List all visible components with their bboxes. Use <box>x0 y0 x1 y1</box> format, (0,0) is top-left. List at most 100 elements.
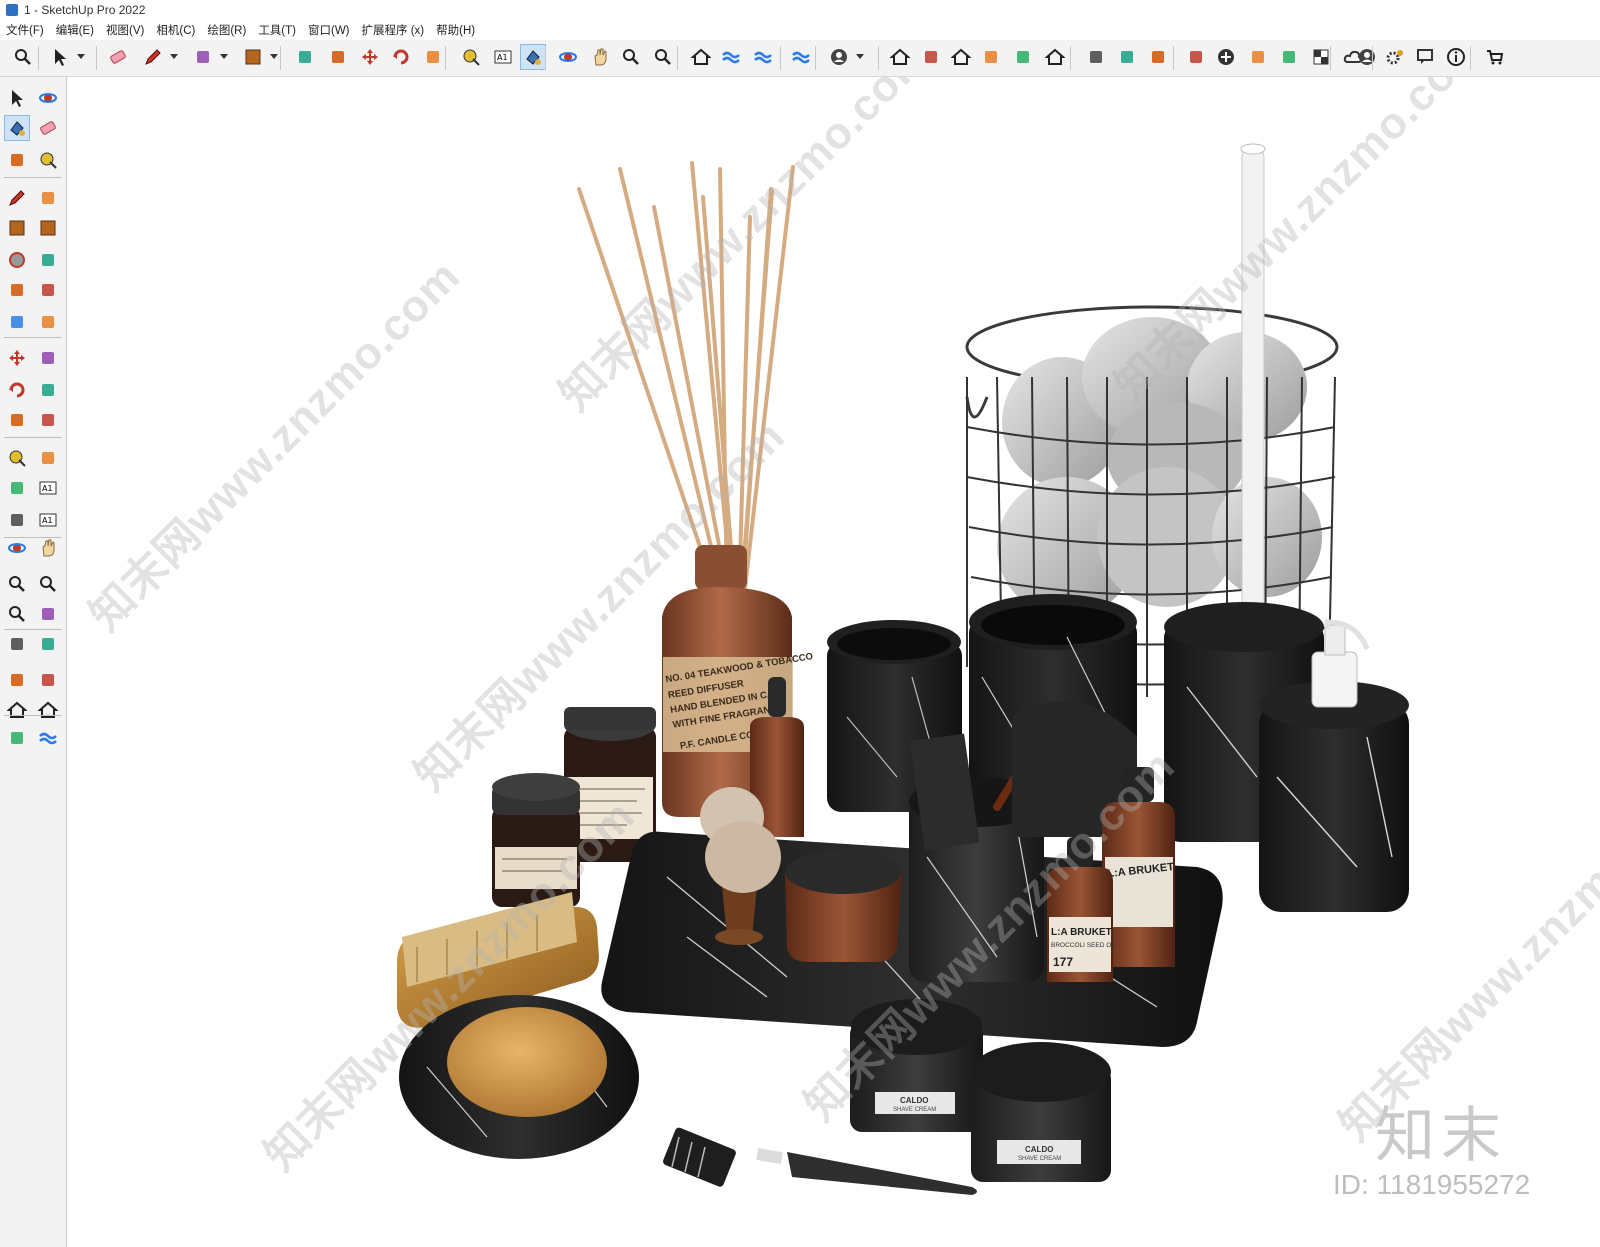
toolbar-move-icon[interactable] <box>357 44 383 70</box>
sidebar-position-camera-icon[interactable] <box>4 631 30 657</box>
toolbar-component-icon[interactable] <box>1114 44 1140 70</box>
chevron-down-icon[interactable] <box>856 54 864 59</box>
sidebar-offset-icon[interactable] <box>35 407 61 433</box>
chevron-down-icon[interactable] <box>270 54 278 59</box>
toolbar-zoom-extents-icon[interactable] <box>650 44 676 70</box>
menu-help[interactable]: 帮助(H) <box>430 22 481 38</box>
toolbar-push-pull-icon[interactable] <box>292 44 318 70</box>
sidebar-arc3-icon[interactable] <box>4 309 30 335</box>
sidebar-pie-icon[interactable] <box>35 277 61 303</box>
sidebar-previous-icon[interactable] <box>35 601 61 627</box>
sidebar-zoom-extents-icon[interactable] <box>4 601 30 627</box>
menu-edit[interactable]: 编辑(E) <box>50 22 100 38</box>
sidebar-tape-measure-icon[interactable] <box>35 147 61 173</box>
sidebar-zoom-window-icon[interactable] <box>35 571 61 597</box>
sidebar-layout-icon[interactable] <box>4 725 30 751</box>
toolbar-pencil-icon[interactable] <box>140 44 166 70</box>
toolbar-cart-icon[interactable] <box>1482 44 1508 70</box>
toolbar-pan-icon[interactable] <box>587 44 613 70</box>
menu-window[interactable]: 窗口(W) <box>302 22 356 38</box>
sidebar-eraser-icon[interactable] <box>35 115 61 141</box>
sidebar-sandbox-icon[interactable] <box>35 725 61 751</box>
sidebar-text-icon[interactable]: A1 <box>35 475 61 501</box>
toolbar-text-icon[interactable]: A1 <box>490 44 516 70</box>
sidebar-tape-measure-icon[interactable] <box>4 445 30 471</box>
la-bruket-label-small: L:A BRUKET <box>1051 927 1112 938</box>
chevron-down-icon[interactable] <box>77 54 85 59</box>
sidebar-pan-icon[interactable] <box>35 535 61 561</box>
toolbar-follow-me-icon[interactable] <box>325 44 351 70</box>
sidebar-pencil-icon[interactable] <box>4 185 30 211</box>
toolbar-styles-icon[interactable] <box>1245 44 1271 70</box>
toolbar-extension-icon[interactable] <box>718 44 744 70</box>
sidebar-dimension-icon[interactable] <box>35 445 61 471</box>
menu-view[interactable]: 视图(V) <box>100 22 150 38</box>
sidebar-look-around-icon[interactable] <box>35 631 61 657</box>
sidebar-move-icon[interactable] <box>4 345 30 371</box>
sidebar-protractor-icon[interactable] <box>4 475 30 501</box>
sidebar-select-icon[interactable] <box>4 85 30 111</box>
menu-file[interactable]: 文件(F) <box>0 22 50 38</box>
sidebar-3d-text-icon[interactable]: A1 <box>35 507 61 533</box>
sidebar-orbit-icon[interactable] <box>4 535 30 561</box>
pan-icon <box>594 48 607 66</box>
sidebar-paint-bucket-icon[interactable] <box>4 115 30 141</box>
menu-draw[interactable]: 绘图(R) <box>201 22 252 38</box>
sidebar-rectangle-icon[interactable] <box>4 215 30 241</box>
sidebar-polygon-icon[interactable] <box>35 247 61 273</box>
toolbar-arc-icon[interactable] <box>190 44 216 70</box>
toolbar-layers-icon[interactable] <box>750 44 776 70</box>
toolbar-house-icon[interactable] <box>948 44 974 70</box>
toolbar-zoom-window-icon[interactable] <box>618 44 644 70</box>
toolbar-orbit-icon[interactable] <box>555 44 581 70</box>
sidebar-scale-icon[interactable] <box>4 407 30 433</box>
toolbar-scenes-icon[interactable] <box>1145 44 1171 70</box>
toolbar-info-icon[interactable] <box>1443 44 1469 70</box>
toolbar-settings-icon[interactable] <box>1382 44 1408 70</box>
chevron-down-icon[interactable] <box>170 54 178 59</box>
toolbar-add-icon[interactable] <box>1213 44 1239 70</box>
toolbar-front-view-icon[interactable] <box>918 44 944 70</box>
sidebar-walk-icon[interactable] <box>4 667 30 693</box>
toolbar-top-view-icon[interactable] <box>978 44 1004 70</box>
sidebar-freehand-icon[interactable] <box>35 185 61 211</box>
sidebar-section-plane-icon[interactable] <box>35 667 61 693</box>
toolbar-account-icon[interactable] <box>826 44 852 70</box>
menu-extensions[interactable]: 扩展程序 (x) <box>356 22 431 38</box>
menu-camera[interactable]: 相机(C) <box>150 22 201 38</box>
sidebar-circle-icon[interactable] <box>4 247 30 273</box>
toolbar-house-outline-icon[interactable] <box>1042 44 1068 70</box>
toolbar-paint-bucket-icon[interactable] <box>520 44 546 70</box>
sidebar-sector-icon[interactable] <box>35 309 61 335</box>
sidebar-extension-warehouse-icon[interactable] <box>35 697 61 723</box>
chevron-down-icon[interactable] <box>220 54 228 59</box>
sidebar-warehouse-icon[interactable] <box>4 697 30 723</box>
sidebar-push-pull-icon[interactable] <box>35 345 61 371</box>
toolbar-section-icon[interactable] <box>1083 44 1109 70</box>
toolbar-chat-icon[interactable] <box>1413 44 1439 70</box>
sidebar-zoom-icon[interactable] <box>4 571 30 597</box>
toolbar-warehouse-icon[interactable] <box>688 44 714 70</box>
sidebar-rotate-icon[interactable] <box>4 377 30 403</box>
toolbar-zoom-icon[interactable] <box>10 44 36 70</box>
toolbar-home-iso-icon[interactable] <box>887 44 913 70</box>
toolbar-scale-icon[interactable] <box>420 44 446 70</box>
toolbar-rotate-icon[interactable] <box>388 44 414 70</box>
toolbar-back-view-icon[interactable] <box>1010 44 1036 70</box>
toolbar-select-icon[interactable] <box>47 44 73 70</box>
toolbar-tape-measure-icon[interactable] <box>458 44 484 70</box>
toolbar-rectangle-icon[interactable] <box>240 44 266 70</box>
toolbar-camera-icon[interactable] <box>1183 44 1209 70</box>
sidebar-axes-icon[interactable] <box>4 507 30 533</box>
sidebar-orbit-icon[interactable] <box>35 85 61 111</box>
drawing-viewport[interactable]: NO. 04 TEAKWOOD & TOBACCO REED DIFFUSER … <box>67 77 1600 1247</box>
sidebar-component-icon[interactable] <box>4 147 30 173</box>
toolbar-sandbox-icon[interactable] <box>788 44 814 70</box>
toolbar-eraser-icon[interactable] <box>105 44 131 70</box>
menu-tools[interactable]: 工具(T) <box>252 22 302 38</box>
toolbar-materials-icon[interactable] <box>1276 44 1302 70</box>
sidebar-arc-icon[interactable] <box>4 277 30 303</box>
sidebar-follow-me-icon[interactable] <box>35 377 61 403</box>
sidebar-rotated-rectangle-icon[interactable] <box>35 215 61 241</box>
toolbar-user-icon[interactable] <box>1354 44 1380 70</box>
